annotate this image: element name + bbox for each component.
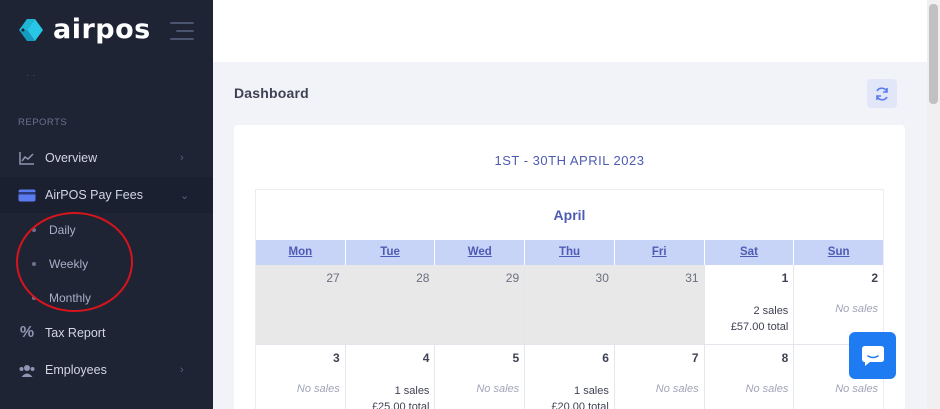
sales-calendar-card: 1ST - 30TH APRIL 2023 April Mon Tue Wed … [234, 125, 905, 409]
calendar-month: April [553, 207, 586, 223]
sales-count: 1 sales [394, 385, 430, 397]
sales-summary: 1 sales £25.00 total [372, 383, 430, 409]
menu-toggle-icon[interactable] [170, 22, 194, 46]
day-number: 4 [422, 351, 430, 365]
sales-count: 1 sales [574, 385, 609, 397]
calendar-week-row: 27 28 29 30 31 1 2 sales £57.00 total 2 No sales [256, 265, 884, 345]
day-number: 6 [602, 351, 609, 365]
dow-sat[interactable]: Sat [705, 240, 795, 265]
sales-total: £57.00 total [730, 321, 789, 333]
calendar-day-cell[interactable]: 4 1 sales £25.00 total [345, 345, 436, 409]
day-number: 28 [416, 271, 430, 285]
calendar-day-cell[interactable]: 3 No sales [256, 345, 346, 409]
sales-summary: 1 sales £20.00 total [551, 383, 609, 409]
separator-dots: · · [26, 70, 36, 81]
dow-tue[interactable]: Tue [346, 240, 436, 265]
sidebar: airpos · · REPORTS Overview › AirPOS Pay… [0, 0, 213, 409]
date-range-title: 1ST - 30TH APRIL 2023 [494, 153, 645, 168]
refresh-button[interactable] [867, 79, 897, 108]
calendar-week-row: 3 No sales 4 1 sales £25.00 total 5 No sales 6 1… [256, 345, 884, 409]
calendar-day-cell[interactable]: 1 2 sales £57.00 total [704, 265, 795, 345]
dow-fri[interactable]: Fri [615, 240, 705, 265]
day-number: 7 [691, 351, 699, 365]
dow-thu[interactable]: Thu [525, 240, 615, 265]
no-sales-label: No sales [655, 383, 699, 395]
credit-card-icon [18, 186, 36, 204]
day-number: 30 [595, 271, 609, 285]
calendar-weeks: 27 28 29 30 31 1 2 sales £57.00 total 2 No sales 3… [256, 265, 884, 409]
section-label-reports: REPORTS [18, 117, 68, 128]
top-header [213, 0, 927, 62]
dow-mon[interactable]: Mon [256, 240, 346, 265]
calendar: April Mon Tue Wed Thu Fri Sat Sun 27 28 29… [255, 189, 884, 409]
sales-count: 2 sales [753, 305, 789, 317]
no-sales-label: No sales [835, 303, 879, 315]
sidebar-item-airpos-pay-fees[interactable]: AirPOS Pay Fees ⌄ [0, 177, 213, 213]
no-sales-label: No sales [296, 383, 340, 395]
day-number: 1 [781, 271, 789, 285]
percent-icon: % [19, 324, 35, 341]
chat-bubble-icon [861, 345, 884, 366]
highlight-annotation-circle [16, 212, 133, 312]
calendar-day-cell[interactable]: 31 [614, 265, 705, 345]
sales-summary: 2 sales £57.00 total [731, 303, 789, 335]
dow-sun[interactable]: Sun [794, 240, 883, 265]
sales-total: £25.00 total [371, 401, 430, 409]
calendar-day-cell[interactable]: 27 [256, 265, 346, 345]
calendar-day-cell[interactable]: 28 [345, 265, 436, 345]
scrollbar-thumb[interactable] [929, 4, 938, 104]
day-number: 8 [781, 351, 789, 365]
sales-total: £20.00 total [551, 401, 609, 409]
day-number: 2 [871, 271, 879, 285]
sidebar-item-label: Overview [45, 151, 98, 165]
chat-button[interactable] [849, 332, 896, 379]
sidebar-item-overview[interactable]: Overview › [0, 140, 213, 176]
days-of-week-header: Mon Tue Wed Thu Fri Sat Sun [256, 240, 883, 265]
sidebar-item-employees[interactable]: Employees › [0, 352, 213, 388]
day-number: 5 [512, 351, 520, 365]
sidebar-item-label: Employees [45, 363, 107, 377]
brand-name: airpos [53, 14, 151, 45]
no-sales-label: No sales [835, 383, 879, 395]
chevron-right-icon: › [180, 152, 184, 164]
chevron-right-icon: › [180, 364, 184, 376]
airpos-logo-icon [15, 15, 45, 45]
calendar-day-cell[interactable]: 5 No sales [435, 345, 526, 409]
day-number: 31 [685, 271, 699, 285]
calendar-day-cell[interactable]: 29 [435, 265, 526, 345]
sidebar-item-label: AirPOS Pay Fees [45, 188, 143, 202]
sidebar-item-tax-report[interactable]: % Tax Report [0, 315, 213, 351]
brand-logo[interactable]: airpos [15, 14, 151, 45]
refresh-icon [876, 86, 888, 101]
page-scrollbar[interactable] [927, 0, 940, 409]
calendar-day-cell[interactable]: 6 1 sales £20.00 total [525, 345, 615, 409]
day-number: 29 [505, 271, 520, 285]
dow-wed[interactable]: Wed [435, 240, 526, 265]
calendar-day-cell[interactable]: 30 [525, 265, 615, 345]
chevron-down-icon: ⌄ [180, 189, 190, 202]
sidebar-item-label: Tax Report [45, 326, 106, 340]
calendar-day-cell[interactable]: 8 No sales [704, 345, 795, 409]
page-title: Dashboard [234, 85, 309, 101]
no-sales-label: No sales [745, 383, 789, 395]
no-sales-label: No sales [476, 383, 520, 395]
day-number: 3 [333, 351, 340, 365]
chart-line-icon [18, 149, 36, 167]
day-number: 27 [326, 271, 340, 285]
users-icon [18, 361, 36, 379]
calendar-day-cell[interactable]: 7 No sales [614, 345, 705, 409]
